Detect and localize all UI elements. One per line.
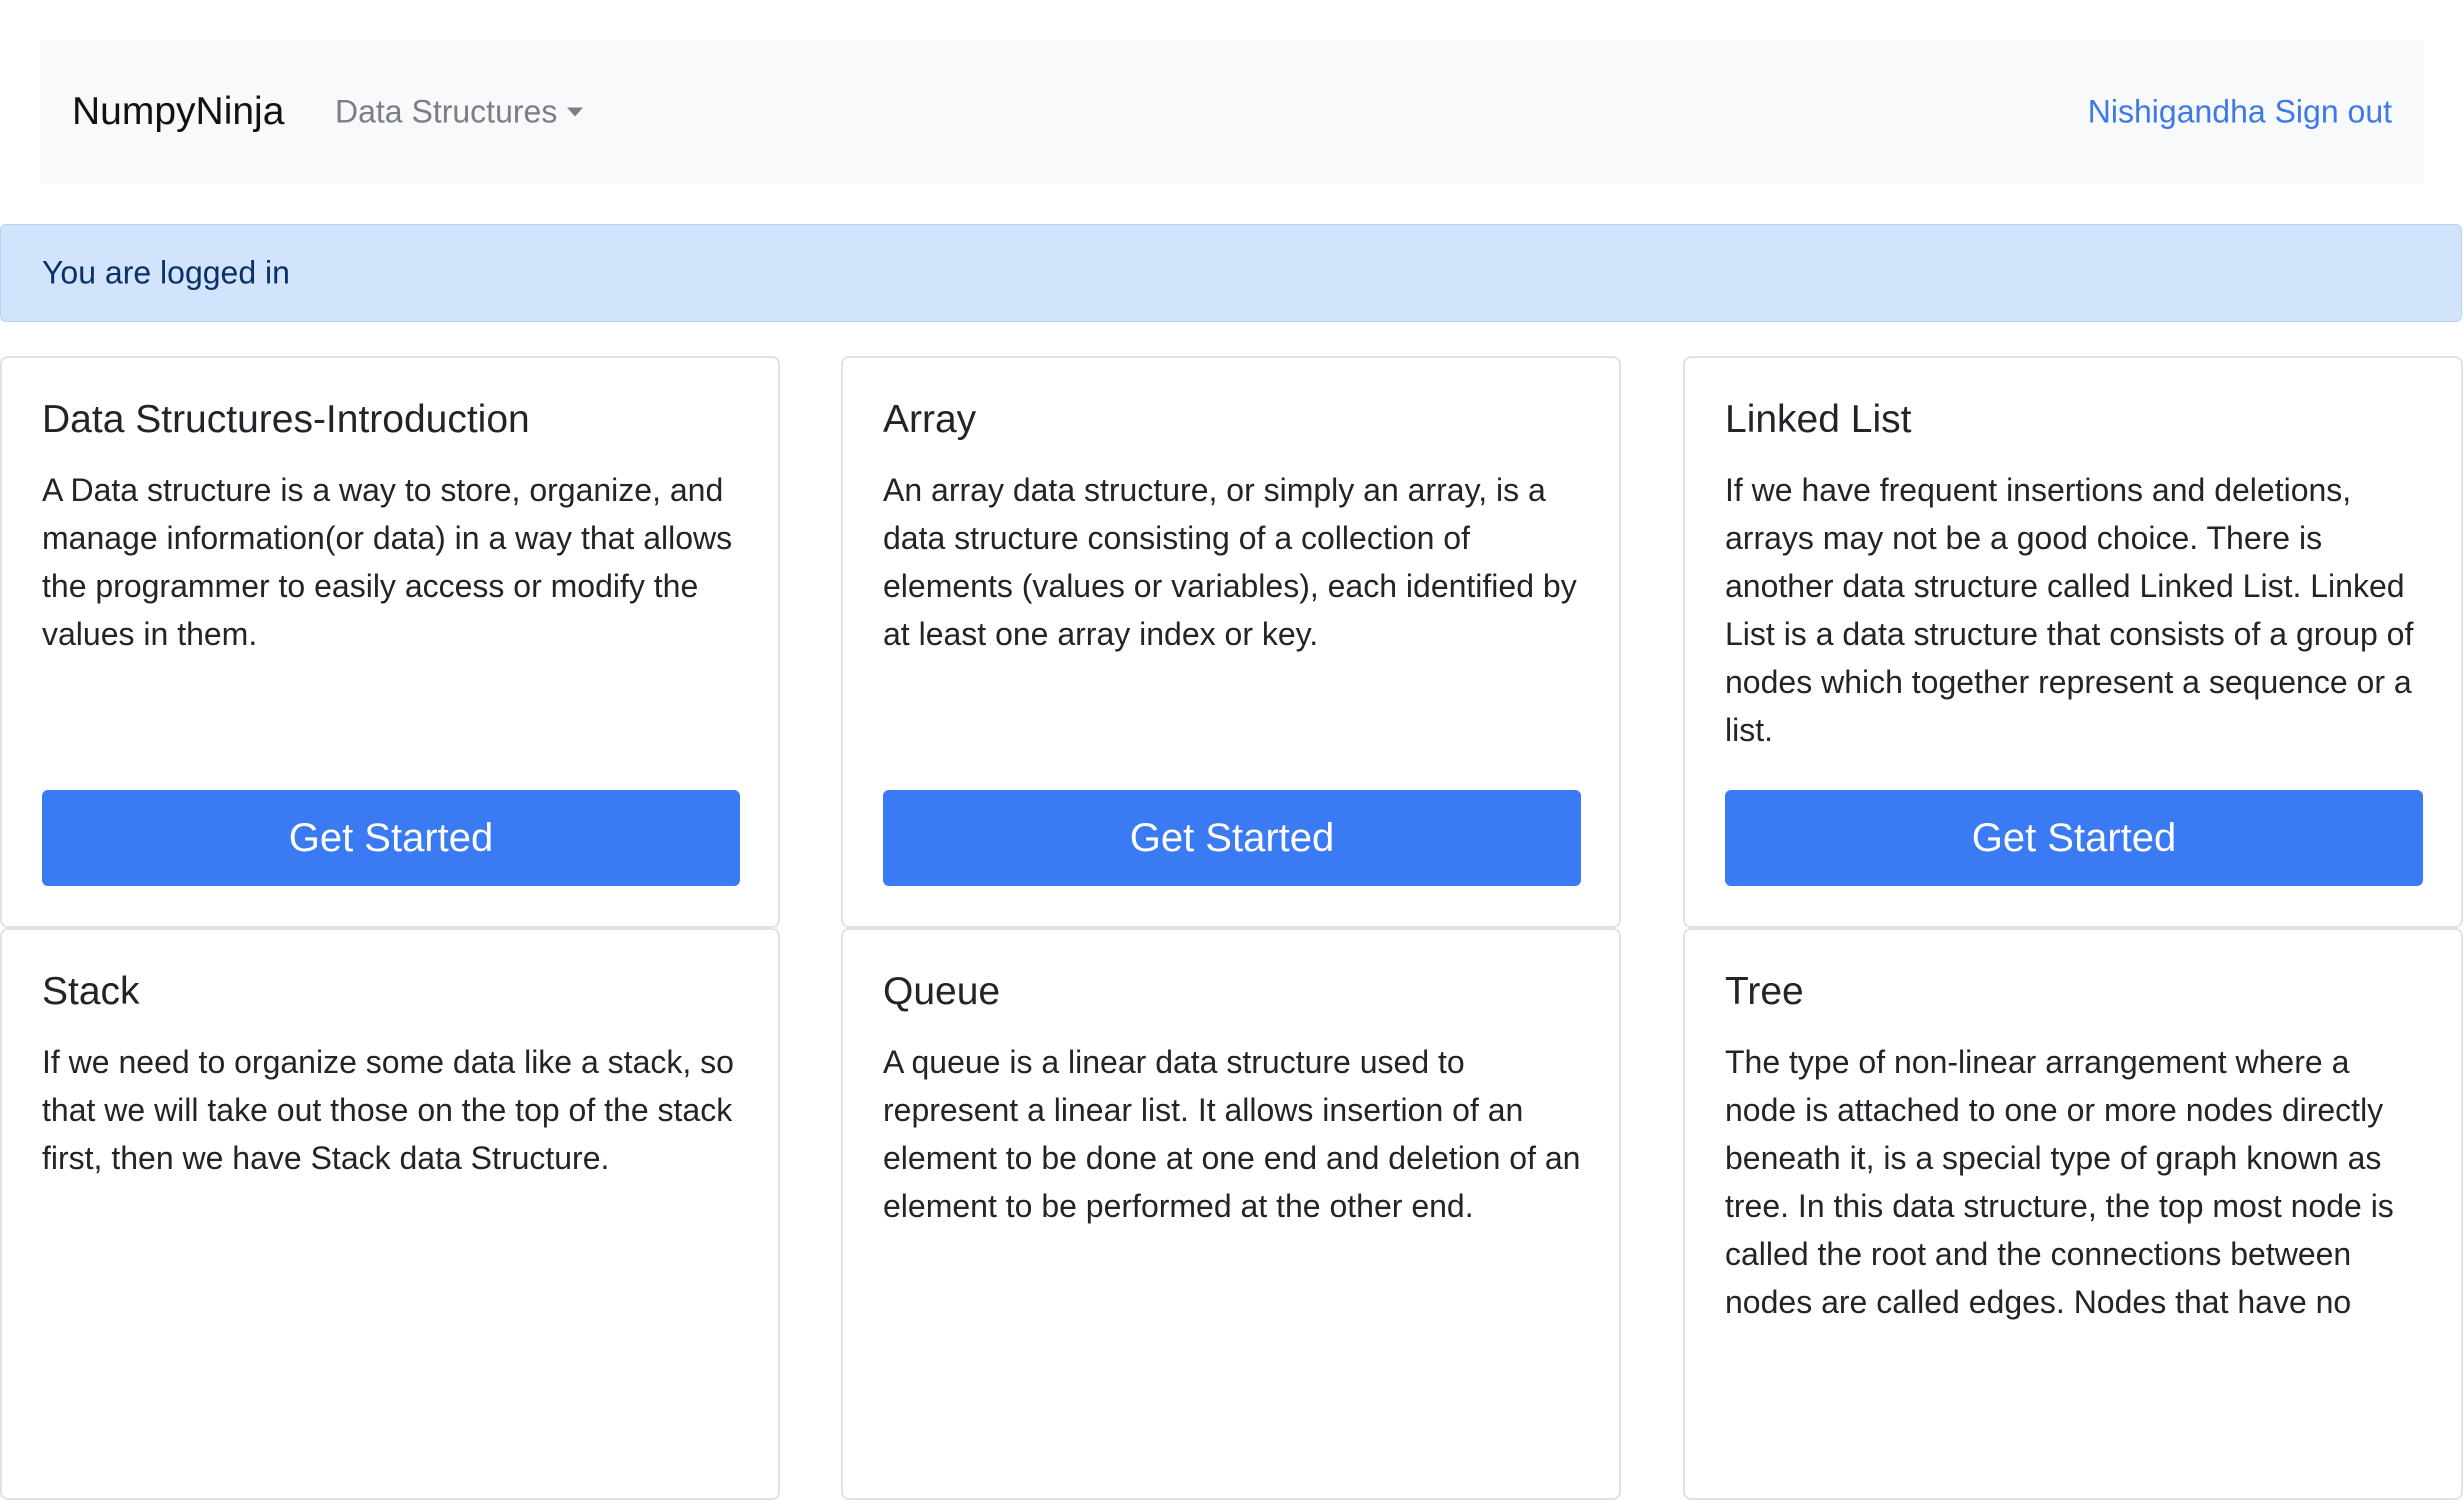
card-queue: Queue A queue is a linear data structure…: [841, 928, 1621, 1500]
get-started-button[interactable]: Get Started: [1725, 790, 2423, 886]
alert-message: You are logged in: [42, 254, 290, 291]
card-tree: Tree The type of non-linear arrangement …: [1683, 928, 2463, 1500]
card-title: Data Structures-Introduction: [42, 398, 530, 441]
card-text: A queue is a linear data structure used …: [883, 1044, 1581, 1224]
card-title: Tree: [1725, 970, 1804, 1013]
card-text: The type of non-linear arrangement where…: [1725, 1044, 2394, 1320]
nav-user-links: Nishigandha Sign out: [2088, 94, 2392, 131]
card-text: A Data structure is a way to store, orga…: [42, 472, 733, 652]
caret-down-icon: [567, 107, 584, 117]
card-data-structures-introduction: Data Structures-Introduction A Data stru…: [0, 356, 780, 928]
user-name-link[interactable]: Nishigandha: [2088, 94, 2266, 130]
dropdown-label: Data Structures: [335, 93, 558, 130]
navbar: NumpyNinja Data Structures Nishigandha S…: [40, 40, 2424, 184]
card-title: Stack: [42, 970, 140, 1013]
card-text: An array data structure, or simply an ar…: [883, 472, 1577, 652]
card-title: Linked List: [1725, 398, 1912, 441]
card-title: Queue: [883, 970, 1001, 1013]
get-started-button[interactable]: Get Started: [42, 790, 740, 886]
login-alert: You are logged in: [0, 224, 2462, 322]
card-linked-list: Linked List If we have frequent insertio…: [1683, 356, 2463, 928]
card-stack: Stack If we need to organize some data l…: [0, 928, 780, 1500]
card-array: Array An array data structure, or simply…: [841, 356, 1621, 928]
card-text: If we need to organize some data like a …: [42, 1044, 734, 1176]
card-text: If we have frequent insertions and delet…: [1725, 472, 2414, 748]
brand-logo[interactable]: NumpyNinja: [72, 90, 284, 134]
sign-out-link[interactable]: Sign out: [2275, 94, 2392, 130]
card-title: Array: [883, 398, 977, 441]
data-structures-dropdown[interactable]: Data Structures: [335, 93, 584, 131]
get-started-button[interactable]: Get Started: [883, 790, 1581, 886]
